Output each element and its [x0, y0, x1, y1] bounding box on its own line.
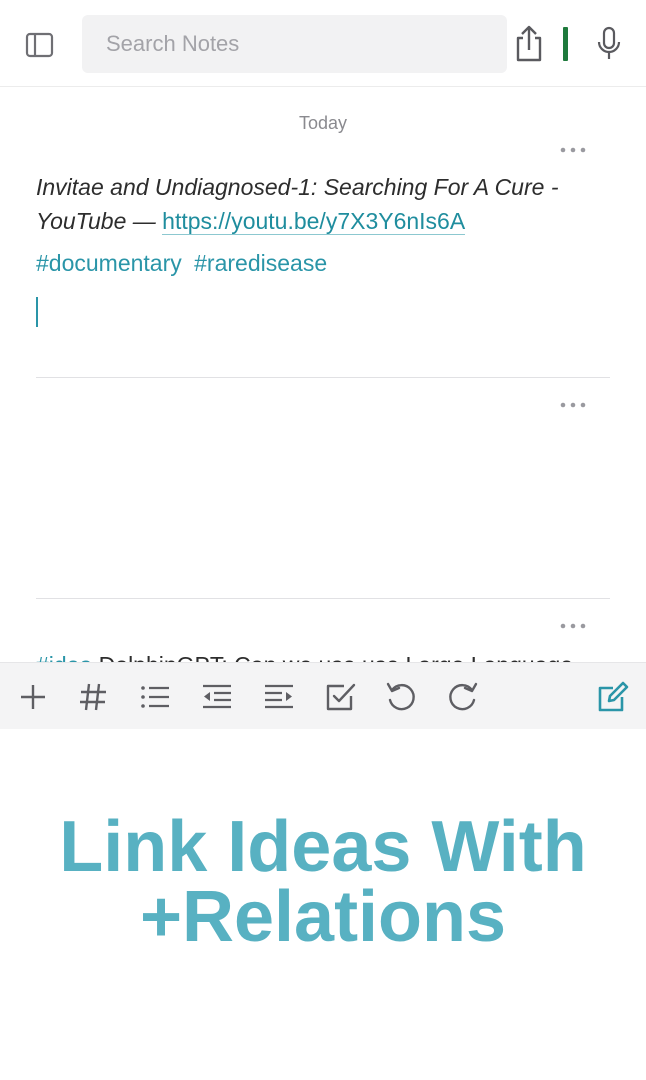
note-body[interactable]: Invitae and Undiagnosed-1: Searching For… [36, 170, 616, 238]
note-link[interactable]: https://youtu.be/y7X3Y6nIs6A [162, 208, 466, 235]
plus-icon[interactable] [16, 680, 50, 714]
headline-line-2: +Relations [139, 877, 507, 957]
search-input[interactable] [82, 15, 507, 73]
compose-icon[interactable] [596, 680, 630, 714]
sidebar-toggle-icon[interactable] [24, 30, 56, 62]
share-icon[interactable] [513, 24, 545, 64]
indent-icon[interactable] [262, 680, 296, 714]
note-more-options-icon[interactable] [558, 400, 588, 410]
sync-status-indicator [563, 27, 568, 61]
undo-icon[interactable] [384, 680, 418, 714]
checkbox-icon[interactable] [324, 680, 358, 714]
tag-documentary[interactable]: #documentary [36, 250, 182, 276]
formatting-toolbar [0, 662, 646, 729]
note-more-options-icon[interactable] [558, 621, 588, 631]
bullet-list-icon[interactable] [138, 680, 172, 714]
note-divider [36, 598, 610, 599]
redo-icon[interactable] [446, 680, 480, 714]
note-divider [36, 377, 610, 378]
day-section-label: Today [298, 113, 348, 133]
note-more-options-icon[interactable] [558, 145, 588, 155]
text-cursor [36, 297, 38, 327]
note-tags: #documentary #raredisease [36, 250, 333, 277]
promo-headline: Link Ideas With +Relations [0, 807, 646, 957]
headline-line-1: Link Ideas With [59, 807, 587, 887]
top-bar [0, 0, 646, 87]
microphone-icon[interactable] [594, 26, 624, 62]
outdent-icon[interactable] [200, 680, 234, 714]
hashtag-icon[interactable] [76, 680, 110, 714]
tag-raredisease[interactable]: #raredisease [194, 250, 327, 276]
